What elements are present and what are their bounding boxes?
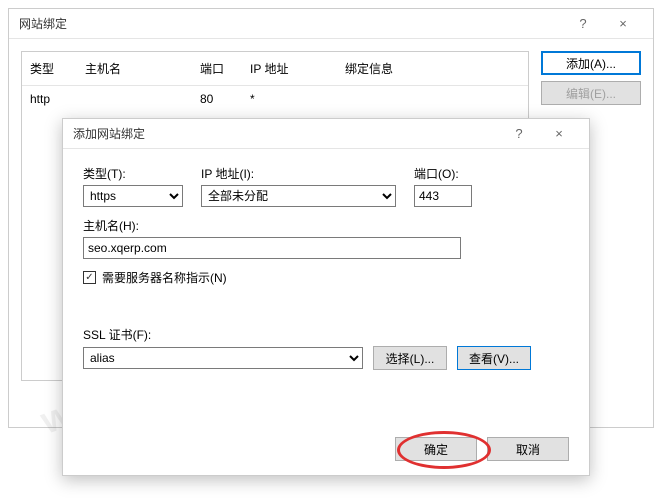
add-binding-dialog: 添加网站绑定 ? × 类型(T): https IP 地址(I): 全部未分配 … (62, 118, 590, 476)
sni-checkbox-row[interactable]: ✓ 需要服务器名称指示(N) (83, 269, 569, 286)
type-field: 类型(T): https (83, 165, 183, 207)
col-port-header: 端口 (192, 58, 242, 79)
type-label: 类型(T): (83, 165, 183, 182)
table-header: 类型 主机名 端口 IP 地址 绑定信息 (22, 52, 528, 86)
help-icon[interactable]: ? (563, 16, 603, 31)
main-window-title: 网站绑定 (19, 15, 563, 32)
ip-field: IP 地址(I): 全部未分配 (201, 165, 396, 207)
cell-host (77, 90, 192, 108)
table-row[interactable]: http 80 * (22, 86, 528, 112)
ip-label: IP 地址(I): (201, 165, 396, 182)
type-select[interactable]: https (83, 185, 183, 207)
ssl-row: alias 选择(L)... 查看(V)... (83, 346, 569, 370)
view-cert-button[interactable]: 查看(V)... (457, 346, 531, 370)
port-label: 端口(O): (414, 165, 472, 182)
cell-port: 80 (192, 90, 242, 108)
ssl-field: SSL 证书(F): alias 选择(L)... 查看(V)... (83, 326, 569, 370)
ssl-label: SSL 证书(F): (83, 326, 569, 343)
host-input[interactable] (83, 237, 461, 259)
cell-type: http (22, 90, 77, 108)
col-type-header: 类型 (22, 58, 77, 79)
modal-titlebar: 添加网站绑定 ? × (63, 119, 589, 149)
main-titlebar: 网站绑定 ? × (9, 9, 653, 39)
close-icon[interactable]: × (539, 126, 579, 141)
select-cert-button[interactable]: 选择(L)... (373, 346, 447, 370)
port-input[interactable] (414, 185, 472, 207)
cell-bind (337, 90, 528, 108)
host-field: 主机名(H): (83, 217, 569, 259)
edit-button: 编辑(E)... (541, 81, 641, 105)
col-bind-header: 绑定信息 (337, 58, 528, 79)
ssl-select[interactable]: alias (83, 347, 363, 369)
checkbox-icon[interactable]: ✓ (83, 271, 96, 284)
close-icon[interactable]: × (603, 16, 643, 31)
ok-button[interactable]: 确定 (395, 437, 477, 461)
cell-ip: * (242, 90, 337, 108)
port-field: 端口(O): (414, 165, 472, 207)
cancel-button[interactable]: 取消 (487, 437, 569, 461)
col-ip-header: IP 地址 (242, 58, 337, 79)
add-button[interactable]: 添加(A)... (541, 51, 641, 75)
col-host-header: 主机名 (77, 58, 192, 79)
modal-title: 添加网站绑定 (73, 125, 499, 142)
type-ip-port-row: 类型(T): https IP 地址(I): 全部未分配 端口(O): (83, 165, 569, 207)
host-label: 主机名(H): (83, 217, 569, 234)
ip-select[interactable]: 全部未分配 (201, 185, 396, 207)
modal-footer: 确定 取消 (395, 437, 569, 461)
modal-body: 类型(T): https IP 地址(I): 全部未分配 端口(O): 主机名(… (63, 149, 589, 386)
sni-label: 需要服务器名称指示(N) (102, 269, 227, 286)
help-icon[interactable]: ? (499, 126, 539, 141)
